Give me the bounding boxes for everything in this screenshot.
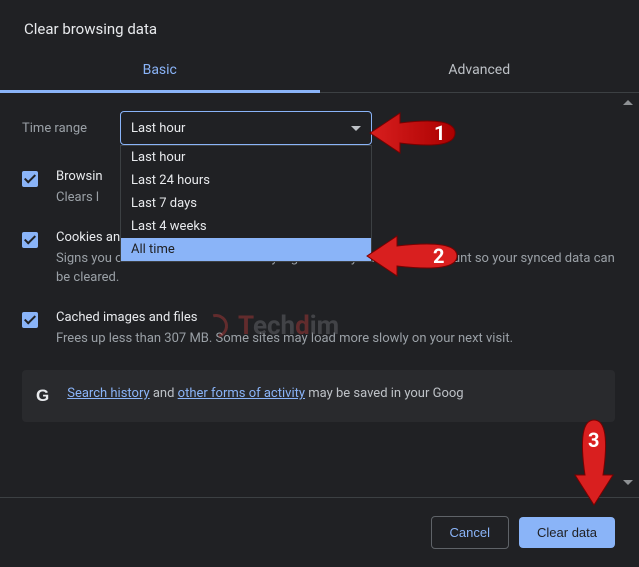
checkbox-cache[interactable] — [22, 312, 38, 328]
link-search-history[interactable]: Search history — [67, 386, 149, 401]
checkbox-cookies[interactable] — [22, 232, 38, 248]
option-last-hour[interactable]: Last hour — [121, 146, 371, 169]
dialog-title: Clear browsing data — [0, 0, 639, 48]
cancel-button[interactable]: Cancel — [431, 516, 509, 549]
dialog-footer: Cancel Clear data — [0, 497, 639, 567]
tab-advanced[interactable]: Advanced — [320, 48, 639, 92]
clear-data-button[interactable]: Clear data — [519, 517, 615, 548]
dialog-body: Time range Last hour Last hour Last 24 h… — [0, 93, 639, 463]
tab-basic[interactable]: Basic — [0, 48, 320, 92]
time-range-selected: Last hour — [131, 121, 185, 136]
google-logo-icon: G — [36, 386, 49, 406]
time-range-label: Time range — [22, 121, 102, 136]
option-last-7-days[interactable]: Last 7 days — [121, 192, 371, 215]
item-head-history: Browsin — [56, 169, 103, 184]
time-range-dropdown[interactable]: Last hour Last 24 hours Last 7 days Last… — [120, 145, 372, 262]
option-last-24-hours[interactable]: Last 24 hours — [121, 169, 371, 192]
chevron-down-icon — [351, 126, 361, 131]
checkbox-browsing-history[interactable] — [22, 171, 38, 187]
scroll-up-icon[interactable] — [623, 100, 633, 105]
item-cache: Cached images and files Frees up less th… — [22, 310, 615, 349]
time-range-row: Time range Last hour — [22, 111, 615, 145]
scroll-down-icon[interactable] — [623, 480, 633, 485]
option-all-time[interactable]: All time — [121, 238, 371, 261]
item-desc-cache: Frees up less than 307 MB. Some sites ma… — [56, 329, 513, 349]
option-last-4-weeks[interactable]: Last 4 weeks — [121, 215, 371, 238]
notice-text: Search history and other forms of activi… — [67, 386, 463, 401]
link-other-activity[interactable]: other forms of activity — [178, 386, 305, 401]
tabs: Basic Advanced — [0, 48, 639, 93]
google-activity-notice: G Search history and other forms of acti… — [22, 370, 615, 422]
time-range-select[interactable]: Last hour — [120, 111, 372, 145]
item-head-cache: Cached images and files — [56, 310, 513, 325]
item-desc-history: Clears l — [56, 188, 103, 208]
